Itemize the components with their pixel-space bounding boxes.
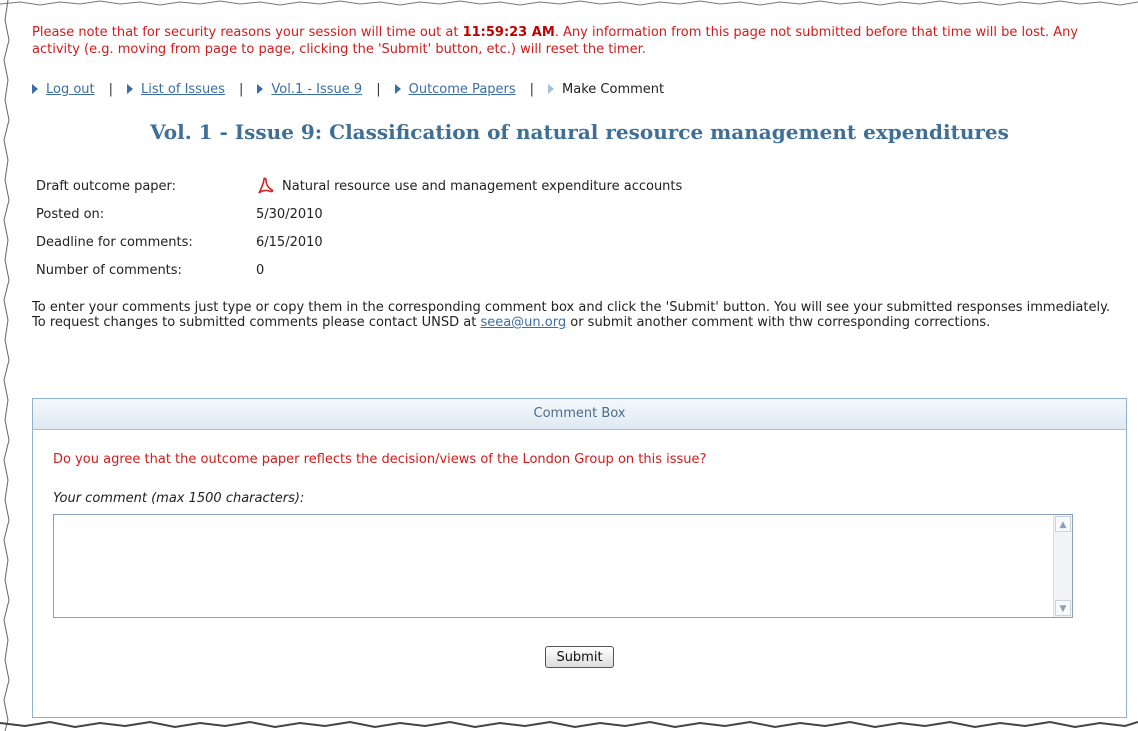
breadcrumb-item-issue[interactable]: Vol.1 - Issue 9 bbox=[257, 82, 362, 97]
outcome-papers-link[interactable]: Outcome Papers bbox=[409, 82, 516, 97]
torn-edge-left bbox=[3, 0, 10, 731]
comment-textarea-wrapper: ▲ ▼ bbox=[53, 514, 1073, 618]
deadline-label: Deadline for comments: bbox=[36, 234, 193, 250]
torn-edge-bottom bbox=[0, 720, 1138, 729]
info-row-posted: Posted on: 5/30/2010 bbox=[32, 200, 1127, 228]
paper-info: Draft outcome paper: Natural resource us… bbox=[32, 172, 1127, 284]
scroll-up-icon[interactable]: ▲ bbox=[1055, 516, 1071, 532]
list-of-issues-link[interactable]: List of Issues bbox=[141, 82, 225, 97]
draft-label: Draft outcome paper: bbox=[36, 178, 177, 194]
breadcrumb-item-outcome-papers[interactable]: Outcome Papers bbox=[394, 82, 516, 97]
submit-button[interactable]: Submit bbox=[545, 646, 614, 668]
breadcrumb-separator: | bbox=[376, 81, 381, 97]
log-out-link[interactable]: Log out bbox=[46, 82, 95, 97]
comment-box-header: Comment Box bbox=[33, 399, 1126, 430]
comment-count-value: 0 bbox=[256, 262, 265, 278]
instructions-text: To enter your comments just type or copy… bbox=[32, 300, 1117, 330]
current-page-label: Make Comment bbox=[562, 81, 665, 97]
breadcrumb-item-log-out[interactable]: Log out bbox=[32, 82, 95, 97]
posted-value: 5/30/2010 bbox=[256, 206, 323, 222]
posted-label: Posted on: bbox=[36, 206, 105, 222]
comment-count-label: Number of comments: bbox=[36, 262, 182, 278]
draft-paper-title[interactable]: Natural resource use and management expe… bbox=[282, 179, 682, 194]
comment-field-label: Your comment (max 1500 characters): bbox=[53, 491, 305, 506]
session-timeout-notice: Please note that for security reasons yo… bbox=[32, 24, 1122, 58]
breadcrumb-separator: | bbox=[108, 81, 114, 97]
breadcrumb-separator: | bbox=[529, 81, 535, 97]
comment-box: Comment Box Do you agree that the outcom… bbox=[32, 398, 1127, 718]
contact-email-link[interactable]: seea@un.org bbox=[480, 315, 566, 330]
issue-link[interactable]: Vol.1 - Issue 9 bbox=[271, 82, 362, 97]
submit-row: Submit bbox=[33, 646, 1126, 668]
arrow-right-icon bbox=[32, 84, 38, 94]
page-title: Vol. 1 - Issue 9: Classification of natu… bbox=[150, 120, 1009, 144]
breadcrumb-item-list-of-issues[interactable]: List of Issues bbox=[127, 82, 225, 97]
instructions-after: or submit another comment with thw corre… bbox=[566, 315, 991, 330]
breadcrumb-item-make-comment: Make Comment bbox=[548, 82, 664, 97]
info-row-count: Number of comments: 0 bbox=[32, 256, 1127, 284]
timeout-time: 11:59:23 AM bbox=[462, 25, 555, 40]
comment-textarea[interactable] bbox=[54, 515, 1054, 617]
torn-edge-top bbox=[0, 0, 1138, 6]
pdf-icon[interactable] bbox=[256, 177, 274, 195]
scroll-down-icon[interactable]: ▼ bbox=[1055, 600, 1071, 616]
arrow-right-icon bbox=[127, 84, 134, 94]
info-row-deadline: Deadline for comments: 6/15/2010 bbox=[32, 228, 1127, 256]
deadline-value: 6/15/2010 bbox=[256, 234, 323, 250]
page-content: Please note that for security reasons yo… bbox=[32, 20, 1127, 718]
info-row-draft: Draft outcome paper: Natural resource us… bbox=[32, 172, 1127, 200]
notice-text-before: Please note that for security reasons yo… bbox=[32, 25, 463, 40]
textarea-scrollbar[interactable]: ▲ ▼ bbox=[1053, 515, 1072, 617]
breadcrumb-separator: | bbox=[238, 81, 244, 97]
breadcrumb: Log out | List of Issues | Vol.1 - Issue… bbox=[32, 80, 1127, 98]
draft-paper-link[interactable]: Natural resource use and management expe… bbox=[256, 177, 682, 195]
comment-question: Do you agree that the outcome paper refl… bbox=[53, 452, 707, 467]
arrow-right-icon bbox=[257, 84, 264, 94]
arrow-right-icon bbox=[394, 84, 401, 94]
arrow-right-icon bbox=[548, 84, 555, 94]
